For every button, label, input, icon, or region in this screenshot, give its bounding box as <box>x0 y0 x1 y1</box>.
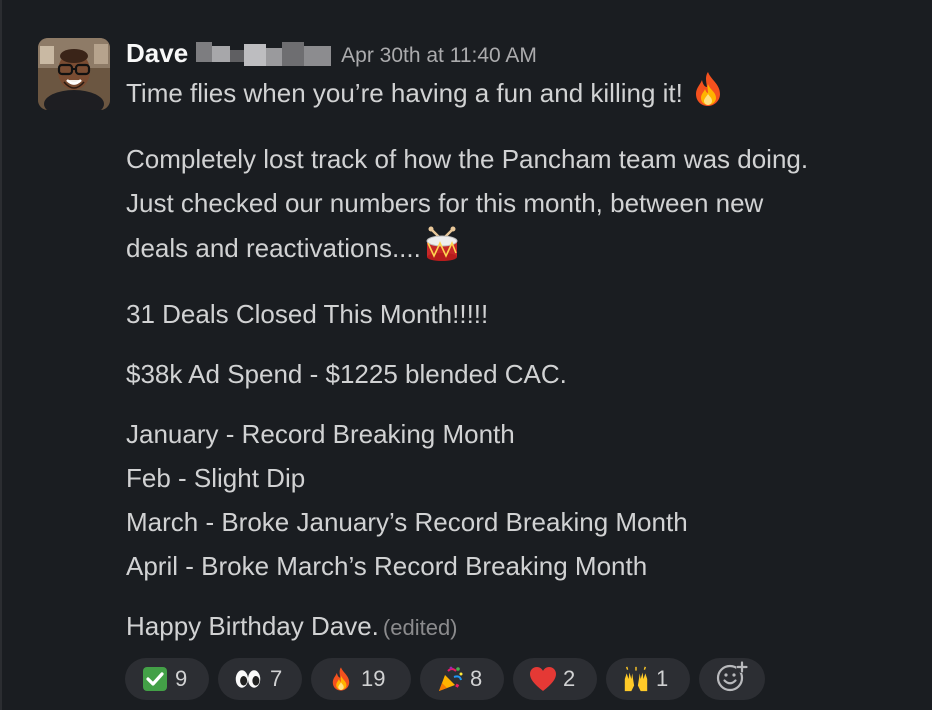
message-paragraph-3: 31 Deals Closed This Month!!!!! <box>126 292 916 336</box>
reaction-count: 19 <box>361 666 386 691</box>
author-name[interactable]: Dave <box>126 38 188 69</box>
reaction-count: 9 <box>175 666 188 691</box>
message-timestamp[interactable]: Apr 30th at 11:40 AM <box>341 44 537 68</box>
paragraph-line: January - Record Breaking Month <box>126 419 515 449</box>
eyes-icon <box>234 665 262 693</box>
paragraph-line: Feb - Slight Dip <box>126 463 306 493</box>
drum-icon <box>423 225 461 276</box>
reaction-check-mark[interactable]: 9 <box>125 658 209 700</box>
reaction-count: 7 <box>270 666 283 691</box>
reaction-count: 2 <box>563 666 576 691</box>
reaction-fire[interactable]: 19 <box>311 658 411 700</box>
reaction-raised-hands[interactable]: 1 <box>606 658 690 700</box>
paragraph-line: deals and reactivations.... <box>126 233 421 263</box>
red-heart-icon <box>529 665 557 693</box>
paragraph-line: April - Broke March’s Record Breaking Mo… <box>126 551 648 581</box>
raised-hands-icon <box>622 665 650 693</box>
check-mark-icon <box>141 665 169 693</box>
message-header: Dave Apr 30th at 11:40 AM <box>126 36 916 72</box>
paragraph-text: $38k Ad Spend - $1225 blended CAC. <box>126 359 567 389</box>
paragraph-line: Just checked our numbers for this month,… <box>126 188 764 218</box>
fire-icon <box>327 665 355 693</box>
avatar[interactable] <box>38 38 110 110</box>
channel-left-border <box>0 0 2 710</box>
fire-icon <box>689 70 727 121</box>
paragraph-line: Completely lost track of how the Pancham… <box>126 144 809 174</box>
paragraph-text: Happy Birthday Dave. <box>126 611 379 641</box>
reaction-red-heart[interactable]: 2 <box>513 658 597 700</box>
paragraph-line: March - Broke January’s Record Breaking … <box>126 507 688 537</box>
message-content: Dave Apr 30th at 11:40 AM Time flies whe… <box>125 36 916 700</box>
add-reaction-icon <box>715 660 749 698</box>
redacted-name-block <box>196 40 332 66</box>
message-paragraph-5: January - Record Breaking Month Feb - Sl… <box>126 412 916 588</box>
add-reaction-button[interactable] <box>699 658 765 700</box>
reactions-bar: 9 7 19 8 2 1 <box>125 658 916 700</box>
message-paragraph-6: Happy Birthday Dave. (edited) <box>126 604 916 650</box>
reaction-count: 8 <box>470 666 483 691</box>
reaction-eyes[interactable]: 7 <box>218 658 302 700</box>
reaction-party-popper[interactable]: 8 <box>420 658 504 700</box>
message-paragraph-2: Completely lost track of how the Pancham… <box>126 137 916 276</box>
reaction-count: 1 <box>656 666 669 691</box>
party-popper-icon <box>436 665 464 693</box>
message-paragraph-1: Time flies when you’re having a fun and … <box>126 70 916 121</box>
paragraph-text: Time flies when you’re having a fun and … <box>126 78 683 108</box>
message-paragraph-4: $38k Ad Spend - $1225 blended CAC. <box>126 352 916 396</box>
paragraph-text: 31 Deals Closed This Month!!!!! <box>126 299 489 329</box>
edited-label: (edited) <box>382 615 458 640</box>
